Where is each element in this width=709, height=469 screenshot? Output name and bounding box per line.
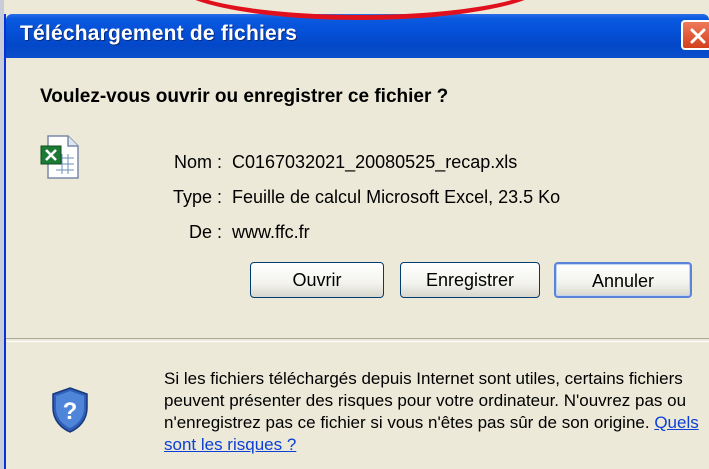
close-icon <box>690 28 706 44</box>
file-name-label: Nom : <box>173 152 222 172</box>
file-name-row: Nom : C0167032021_20080525_recap.xls <box>6 152 606 176</box>
window-title: Téléchargement de fichiers <box>20 22 298 45</box>
title-bar[interactable]: Téléchargement de fichiers <box>6 14 709 58</box>
file-source-label: De : <box>188 222 222 242</box>
prompt-question: Voulez-vous ouvrir ou enregistrer ce fic… <box>40 86 449 107</box>
file-name-value: C0167032021_20080525_recap.xls <box>232 152 518 172</box>
file-type-value: Feuille de calcul Microsoft Excel, 23.5 … <box>232 187 561 207</box>
warning-text: Si les fichiers téléchargés depuis Inter… <box>164 369 687 432</box>
open-button[interactable]: Ouvrir <box>250 262 384 298</box>
svg-text:?: ? <box>63 398 78 425</box>
save-button[interactable]: Enregistrer <box>400 262 540 298</box>
shield-question-icon: ? <box>50 386 90 438</box>
close-button[interactable] <box>681 20 709 50</box>
file-type-label: Type : <box>172 187 222 207</box>
file-source-row: De : www.ffc.fr <box>6 222 606 246</box>
file-type-row: Type : Feuille de calcul Microsoft Excel… <box>6 187 606 211</box>
download-dialog: Téléchargement de fichiers Voulez-vous o… <box>4 14 709 469</box>
security-warning: Si les fichiers téléchargés depuis Inter… <box>164 368 709 456</box>
file-source-value: www.ffc.fr <box>232 222 310 242</box>
separator <box>6 338 709 342</box>
cancel-button[interactable]: Annuler <box>554 262 692 298</box>
